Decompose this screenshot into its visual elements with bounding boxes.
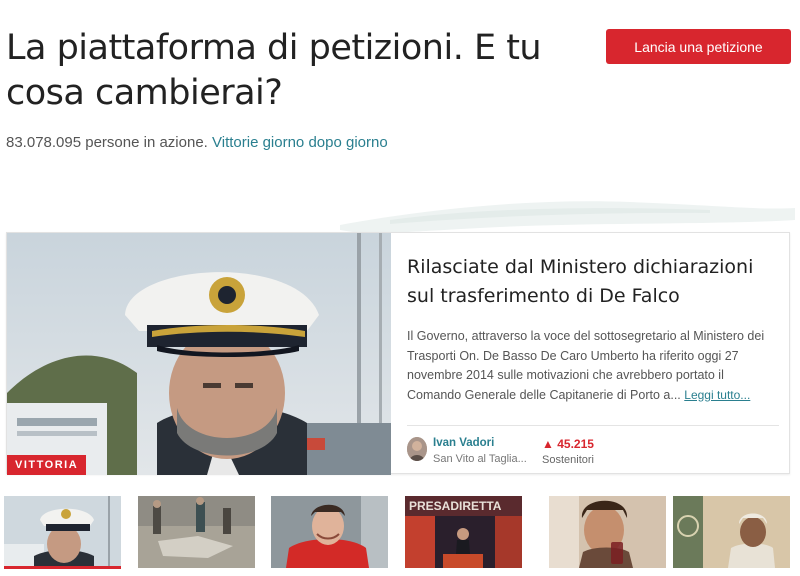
supporters-label: Sostenitori [542,454,594,466]
thumb-presadiretta[interactable]: PRESADIRETTA [405,496,522,568]
author-name[interactable]: Ivan Vadori [433,437,494,449]
thumb-young-man-red-jacket[interactable] [271,496,388,568]
svg-text:PRESADIRETTA: PRESADIRETTA [409,499,502,513]
petition-description: Il Governo, attraverso la voce del sotto… [407,327,777,405]
thumb-man-drinking[interactable] [549,496,666,568]
supporters-number: ▲ 45.215 [542,437,642,451]
petition-title[interactable]: Rilasciate dal Ministero dichiarazioni s… [407,253,777,311]
page-headline: La piattaforma di petizioni. E tu cosa c… [6,28,542,113]
thumb-field-workers[interactable] [138,496,255,568]
featured-photo[interactable]: VITTORIA [7,233,391,475]
thumb-video-call-woman[interactable] [673,496,790,568]
petition-author[interactable]: Ivan Vadori San Vito al Taglia... [407,437,537,467]
victory-badge: VITTORIA [7,455,87,475]
read-more-link[interactable]: Leggi tutto... [684,388,750,402]
thumbnail-strip: PRESADIRETTA [0,496,800,576]
start-petition-button[interactable]: Lancia una petizione [606,29,791,64]
decorative-brush-stroke [340,201,795,234]
featured-petition-card[interactable]: VITTORIA Rilasciate dal Ministero dichia… [6,232,790,475]
card-divider [407,425,779,426]
avatar [407,437,427,461]
people-count-text: 83.078.095 persone in azione. [6,134,208,151]
victories-link[interactable]: Vittorie giorno dopo giorno [212,134,388,151]
author-location: San Vito al Taglia... [433,453,527,465]
supporters-count: ▲ 45.215 Sostenitori [542,437,642,467]
thumb-captain[interactable] [4,496,121,569]
featured-card-body: Rilasciate dal Ministero dichiarazioni s… [407,253,777,405]
stats-line: 83.078.095 persone in azione. Vittorie g… [6,134,388,151]
captain-photo-image [7,233,391,475]
person-icon: ▲ [542,437,554,451]
supporters-value: 45.215 [557,437,594,451]
